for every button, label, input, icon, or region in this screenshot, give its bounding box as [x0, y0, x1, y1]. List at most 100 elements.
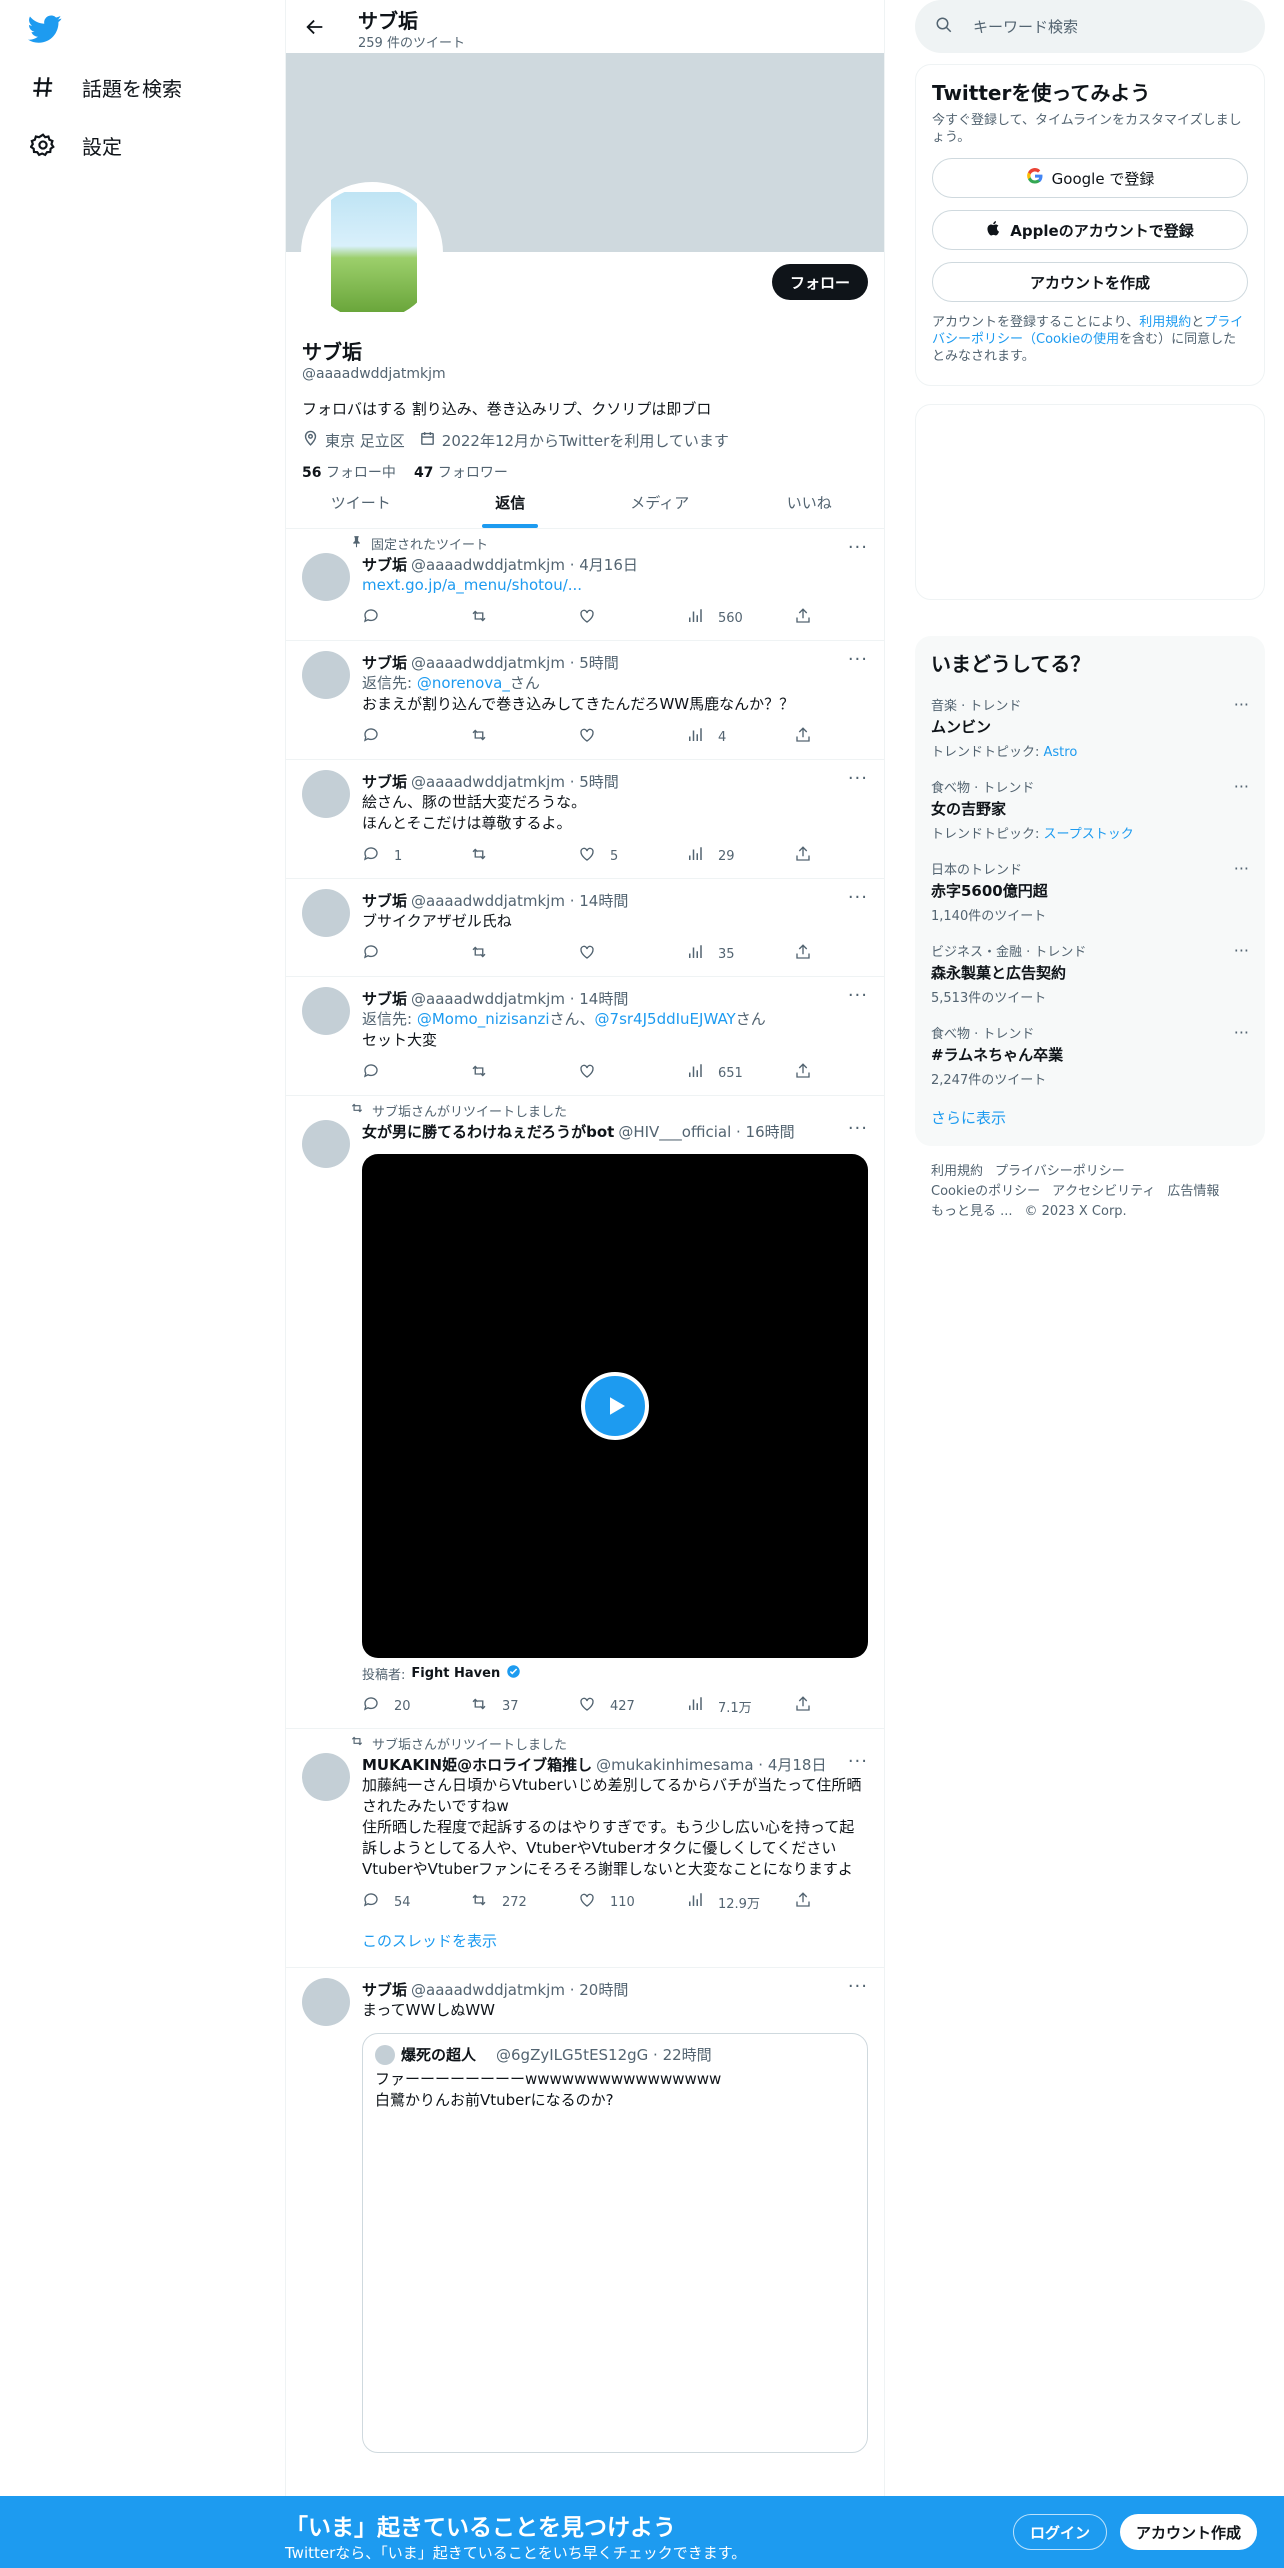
reply-button[interactable] — [362, 943, 470, 965]
reply-button[interactable] — [362, 1062, 470, 1084]
back-arrow-icon[interactable] — [300, 12, 330, 42]
trend-topic-link[interactable]: スープストック — [1044, 827, 1134, 842]
video-player[interactable] — [362, 1154, 868, 1658]
share-button[interactable] — [794, 1891, 812, 1913]
search-box[interactable]: キーワード検索 — [915, 0, 1265, 53]
tweet[interactable]: サブ垢 @aaaadwddjatmkjm · 14時間 ブサイクアザゼル氏ね 35… — [286, 879, 884, 977]
views-button[interactable]: 12.9万 — [686, 1891, 794, 1913]
tweet[interactable]: サブ垢 @aaaadwddjatmkjm · 20時間 まってWWしぬWW 爆死の… — [286, 1968, 884, 2453]
share-button[interactable] — [794, 1062, 812, 1084]
more-icon[interactable]: ··· — [848, 985, 868, 1006]
views-button[interactable]: 651 — [686, 1062, 794, 1084]
footer-link[interactable]: プライバシーポリシー — [995, 1164, 1125, 1179]
footer-link[interactable]: アクセシビリティ — [1052, 1184, 1155, 1199]
create-account-button[interactable]: アカウントを作成 — [932, 262, 1248, 302]
more-icon[interactable]: ··· — [848, 768, 868, 789]
avatar[interactable] — [302, 1978, 350, 2026]
mention-link[interactable]: @norenova_ — [417, 674, 510, 692]
more-icon[interactable]: ··· — [1234, 695, 1249, 714]
reply-button[interactable]: 54 — [362, 1891, 470, 1913]
poster-name[interactable]: Fight Haven — [411, 1666, 500, 1681]
tweet-author[interactable]: サブ垢 — [362, 652, 407, 673]
tab-likes[interactable]: いいね — [735, 476, 885, 528]
tweet-author[interactable]: サブ垢 — [362, 890, 407, 911]
share-button[interactable] — [794, 943, 812, 965]
retweet-button[interactable] — [470, 1062, 578, 1084]
tweet-link[interactable]: mext.go.jp/a_menu/shotou/... — [362, 576, 582, 594]
more-icon[interactable]: ··· — [848, 887, 868, 908]
google-signup-button[interactable]: Google で登録 — [932, 158, 1248, 198]
trend-item[interactable]: 音楽 · トレンド ムンビン トレンドトピック: Astro ··· — [915, 687, 1265, 769]
footer-link[interactable]: もっと見る ... — [931, 1204, 1013, 1219]
apple-signup-button[interactable]: Appleのアカウントで登録 — [932, 210, 1248, 250]
avatar[interactable] — [302, 553, 350, 601]
reply-button[interactable] — [362, 726, 470, 748]
share-button[interactable] — [794, 1695, 812, 1717]
share-button[interactable] — [794, 726, 812, 748]
profile-avatar[interactable] — [301, 182, 443, 324]
tweet-author[interactable]: MUKAKIN姫@ホロライブ箱推し — [362, 1754, 592, 1775]
more-icon[interactable]: ··· — [848, 649, 868, 670]
like-button[interactable]: 110 — [578, 1891, 686, 1913]
tweet-author[interactable]: サブ垢 — [362, 1979, 407, 2000]
retweet-button[interactable] — [470, 943, 578, 965]
more-icon[interactable]: ··· — [848, 1751, 868, 1772]
views-button[interactable]: 560 — [686, 607, 794, 629]
tweet[interactable]: サブ垢さんがリツイートしました 女が男に勝てるわけねぇだろうがbot @HIV__… — [286, 1096, 884, 1729]
footer-link[interactable]: Cookieのポリシー — [931, 1184, 1040, 1199]
reply-button[interactable] — [362, 607, 470, 629]
quoted-tweet[interactable]: 爆死の超人 @6gZyILG5tES12gG · 22時間 ファーーーーーーーー… — [362, 2033, 868, 2453]
terms-link[interactable]: 利用規約 — [1139, 315, 1191, 330]
retweet-button[interactable] — [470, 726, 578, 748]
show-thread-link[interactable]: このスレッドを表示 — [362, 1930, 868, 1951]
avatar[interactable] — [302, 1120, 350, 1168]
like-button[interactable] — [578, 1062, 686, 1084]
more-icon[interactable]: ··· — [1234, 941, 1249, 960]
nav-settings[interactable]: 設定 — [28, 120, 122, 170]
tweet-author[interactable]: サブ垢 — [362, 771, 407, 792]
trend-item[interactable]: 日本のトレンド 赤字5600億円超 1,140件のツイート ··· — [915, 851, 1265, 933]
login-button[interactable]: ログイン — [1013, 2514, 1108, 2550]
tweet[interactable]: 固定されたツイート サブ垢 @aaaadwddjatmkjm · 4月16日 me… — [286, 529, 884, 641]
footer-link[interactable]: 利用規約 — [931, 1164, 983, 1179]
tweet[interactable]: サブ垢 @aaaadwddjatmkjm · 5時間 絵さん、豚の世話大変だろうな… — [286, 760, 884, 879]
views-button[interactable]: 4 — [686, 726, 794, 748]
tweet[interactable]: サブ垢 @aaaadwddjatmkjm · 5時間 返信先: @norenova… — [286, 641, 884, 760]
trend-item[interactable]: ビジネス・金融 · トレンド 森永製菓と広告契約 5,513件のツイート ··· — [915, 933, 1265, 1015]
avatar[interactable] — [302, 889, 350, 937]
follow-button[interactable]: フォロー — [771, 264, 868, 300]
mention-link[interactable]: @7sr4J5ddIuEJWAY — [595, 1010, 736, 1028]
more-icon[interactable]: ··· — [848, 537, 868, 558]
tweet[interactable]: サブ垢さんがリツイートしました MUKAKIN姫@ホロライブ箱推し @mukaki… — [286, 1729, 884, 1968]
more-icon[interactable]: ··· — [1234, 1023, 1249, 1042]
play-icon[interactable] — [581, 1372, 649, 1440]
footer-link[interactable]: 広告情報 — [1167, 1184, 1219, 1199]
tab-media[interactable]: メディア — [585, 476, 735, 528]
search-input[interactable]: キーワード検索 — [973, 16, 1078, 37]
signup-button[interactable]: アカウント作成 — [1120, 2514, 1258, 2550]
twitter-logo-icon[interactable] — [28, 12, 62, 46]
tweet-author[interactable]: 女が男に勝てるわけねぇだろうがbot — [362, 1121, 614, 1142]
tab-tweets[interactable]: ツイート — [286, 476, 436, 528]
like-button[interactable] — [578, 943, 686, 965]
tweet-author[interactable]: サブ垢 — [362, 988, 407, 1009]
retweet-button[interactable]: 37 — [470, 1695, 578, 1717]
retweet-button[interactable] — [470, 607, 578, 629]
tweet-author[interactable]: サブ垢 — [362, 554, 407, 575]
avatar[interactable] — [302, 770, 350, 818]
like-button[interactable] — [578, 607, 686, 629]
like-button[interactable] — [578, 726, 686, 748]
trend-item[interactable]: 食べ物 · トレンド 女の吉野家 トレンドトピック: スープストック ··· — [915, 769, 1265, 851]
views-button[interactable]: 7.1万 — [686, 1695, 794, 1717]
avatar[interactable] — [302, 651, 350, 699]
reply-button[interactable]: 1 — [362, 845, 470, 867]
more-icon[interactable]: ··· — [1234, 777, 1249, 796]
tab-replies[interactable]: 返信 — [436, 476, 586, 528]
more-icon[interactable]: ··· — [1234, 859, 1249, 878]
avatar[interactable] — [302, 987, 350, 1035]
like-button[interactable]: 427 — [578, 1695, 686, 1717]
views-button[interactable]: 29 — [686, 845, 794, 867]
show-more-link[interactable]: さらに表示 — [915, 1097, 1265, 1146]
tweet[interactable]: サブ垢 @aaaadwddjatmkjm · 14時間 返信先: @Momo_ni… — [286, 977, 884, 1096]
trend-topic-link[interactable]: Astro — [1044, 745, 1078, 760]
